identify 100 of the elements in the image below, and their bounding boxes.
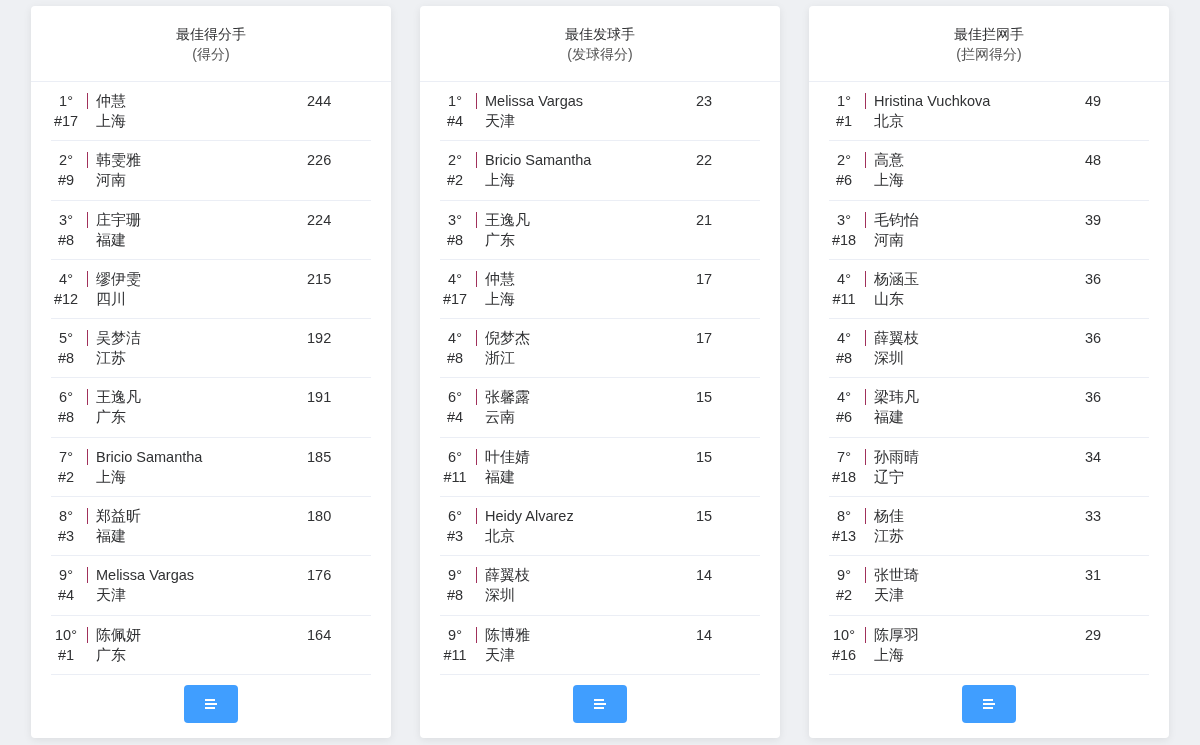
player-name: 高意 [874,151,904,171]
card-title: 最佳得分手 [176,24,246,44]
more-button[interactable] [573,684,627,723]
score: 17 [696,269,713,289]
jersey-number: #8 [446,586,464,606]
score: 49 [1085,92,1102,111]
player-region: 河南 [96,171,126,191]
score: 36 [1085,269,1102,289]
rank: 6° [448,507,462,527]
rank: 6° [448,388,462,408]
jersey-number: #17 [53,112,79,131]
jersey-number: #8 [57,230,75,250]
player-name: 郑益昕 [96,507,141,527]
player-region: 上海 [874,171,904,191]
player-name: 陈厚羽 [874,625,919,645]
player-region: 山东 [874,289,904,309]
player-name: 薛翼枝 [485,566,530,586]
player-region: 福建 [874,408,904,428]
card-title: 最佳拦网手 [954,24,1024,44]
jersey-number: #8 [446,349,464,369]
score: 180 [307,507,332,527]
more-button[interactable] [962,684,1016,723]
rank: 3° [59,210,73,230]
score: 22 [696,151,713,171]
player-name: 王逸凡 [485,210,530,230]
score: 17 [696,329,713,349]
more-button[interactable] [184,684,238,723]
jersey-number: #11 [832,289,856,309]
player-name: 缪伊雯 [96,269,141,289]
player-region: 上海 [96,112,126,131]
jersey-number: #11 [443,645,467,665]
score: 176 [307,566,332,586]
score: 33 [1085,507,1102,527]
rank: 3° [837,210,851,230]
rank: 9° [59,566,73,586]
rank: 2° [837,151,851,171]
score: 31 [1085,566,1102,586]
player-name: 杨佳 [874,507,904,527]
jersey-number: #6 [835,171,853,191]
rank: 8° [59,507,73,527]
list-icon [205,698,217,709]
player-name: Melissa Vargas [485,92,584,111]
player-region: 上海 [874,645,904,665]
player-name: 陈博雅 [485,625,530,645]
score: 36 [1085,329,1102,349]
player-name: 仲慧 [485,269,515,289]
jersey-number: #17 [442,289,468,309]
jersey-number: #8 [57,408,75,428]
player-region: 云南 [485,408,515,428]
player-name: 韩雯雅 [96,151,141,171]
card-subtitle: (发球得分) [567,44,633,64]
score: 48 [1085,151,1102,171]
player-region: 广东 [485,230,515,250]
rank: 9° [448,625,462,645]
player-region: 四川 [96,289,126,309]
jersey-number: #8 [446,230,464,250]
player-region: 上海 [485,171,515,191]
player-region: 福建 [96,230,126,250]
player-name: Hristina Vuchkova [874,92,991,111]
jersey-number: #12 [53,289,79,309]
player-name: Melissa Vargas [96,566,195,586]
rank: 1° [837,92,851,111]
score: 15 [696,507,713,527]
player-name: 张馨露 [485,388,530,408]
list-icon [594,698,606,709]
player-region: 河南 [874,230,904,250]
score: 14 [696,566,713,586]
score: 244 [307,92,332,111]
score: 185 [307,447,332,467]
score: 36 [1085,388,1102,408]
rank: 2° [448,151,462,171]
jersey-number: #18 [831,467,857,487]
rank: 4° [448,329,462,349]
jersey-number: #18 [831,230,857,250]
player-region: 江苏 [96,349,126,369]
rank: 4° [448,269,462,289]
player-name: 陈佩妍 [96,625,141,645]
rank: 6° [59,388,73,408]
score: 39 [1085,210,1102,230]
jersey-number: #2 [57,467,75,487]
score: 192 [307,329,332,349]
rank: 9° [837,566,851,586]
player-region: 天津 [874,586,904,606]
jersey-number: #4 [446,408,464,428]
score: 14 [696,625,713,645]
score: 21 [696,210,713,230]
card-title: 最佳发球手 [565,24,635,44]
player-region: 广东 [96,408,126,428]
player-region: 辽宁 [874,467,904,487]
jersey-number: #16 [831,645,857,665]
jersey-number: #3 [446,527,464,547]
score: 34 [1085,447,1102,467]
jersey-number: #11 [443,467,467,487]
jersey-number: #8 [835,349,853,369]
player-name: Bricio Samantha [485,151,592,171]
player-name: 张世琦 [874,566,919,586]
player-region: 上海 [96,467,126,487]
player-region: 深圳 [874,349,904,369]
player-name: 叶佳婧 [485,447,530,467]
score: 15 [696,447,713,467]
